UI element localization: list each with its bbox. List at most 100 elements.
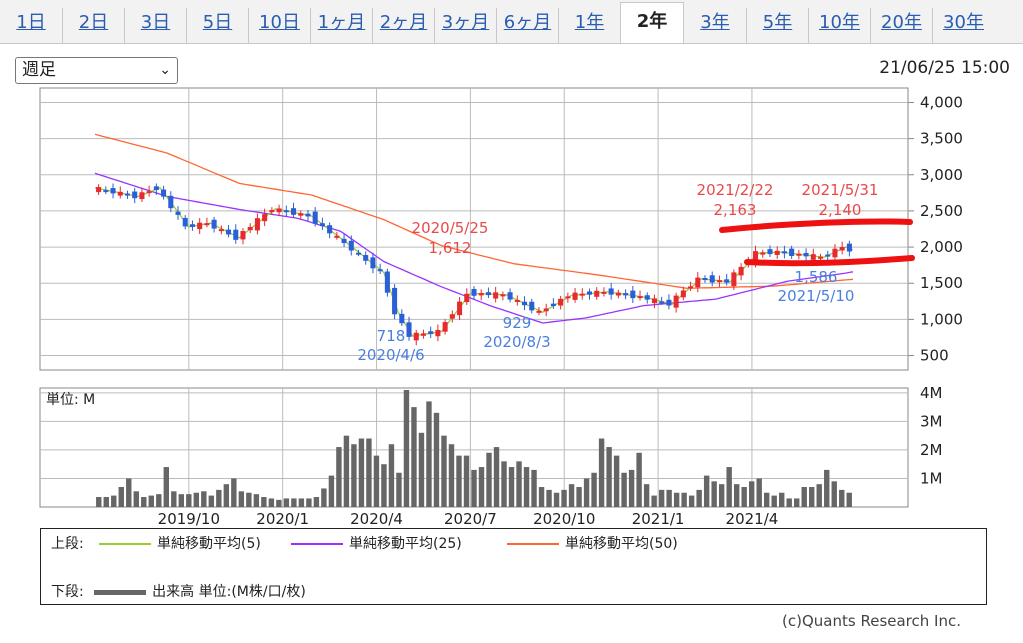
volume-bar (433, 412, 440, 507)
candle-body (651, 298, 658, 304)
candle-body (485, 292, 491, 296)
x-tick-label: 2020/7 (444, 510, 497, 528)
annotation-date-high: 2021/2/22 (697, 181, 774, 199)
candle-body (348, 240, 354, 251)
annotation-value-low: 1,586 (795, 268, 838, 286)
candle-body (789, 248, 795, 256)
volume-bar (306, 498, 312, 507)
candle-body (218, 229, 224, 232)
volume-bar (463, 455, 470, 507)
copyright: (c)Quants Research Inc. (782, 612, 961, 630)
candle-body (240, 231, 246, 240)
candle-body (334, 235, 340, 238)
volume-bar (523, 467, 530, 507)
annotation-date-low: 2021/5/10 (778, 287, 855, 305)
candle-body (522, 301, 528, 306)
volume-bar (418, 432, 425, 507)
candle-body (211, 219, 217, 229)
volume-bar (801, 487, 807, 507)
volume-bar (763, 492, 770, 507)
volume-bar (531, 469, 537, 507)
candle-body (839, 247, 845, 251)
volume-bar (696, 489, 702, 507)
volume-bar (576, 487, 582, 507)
volume-swatch (94, 589, 147, 595)
volume-bar (96, 497, 102, 507)
volume-bar (471, 469, 477, 507)
candle-body (724, 279, 730, 283)
volume-bar (396, 472, 402, 507)
volume-bar (733, 484, 740, 507)
candle-body (796, 253, 802, 256)
candle-body (709, 275, 715, 283)
legend-ma5-label: 単純移動平均(5) (157, 536, 261, 552)
price-y-tick-label: 1,500 (920, 274, 963, 292)
annotation-date-low: 2020/8/3 (483, 333, 550, 351)
candle-body (298, 213, 304, 216)
candle-body (594, 290, 600, 297)
candle-body (478, 293, 484, 296)
candle-body (363, 255, 369, 261)
candle-body (254, 218, 260, 231)
candle-body (110, 188, 116, 194)
candle-body (247, 226, 253, 231)
price-y-tick-label: 2,000 (920, 238, 963, 256)
volume-bar (598, 438, 605, 507)
volume-bar (336, 447, 342, 507)
volume-bar (313, 497, 320, 507)
volume-bar (448, 444, 455, 507)
candle-body (262, 214, 268, 222)
candle-body (305, 213, 311, 217)
volume-bar (478, 467, 485, 507)
volume-bar (381, 464, 387, 507)
volume-bar (193, 492, 200, 507)
annotation-value-low: 929 (503, 314, 532, 332)
candle-body (377, 269, 383, 272)
volume-y-tick-label: 4M (920, 384, 943, 402)
volume-bar (688, 495, 695, 507)
legend-ma5: 単純移動平均(5) (99, 533, 261, 553)
volume-bar (403, 390, 410, 507)
candle-body (558, 298, 564, 306)
ma5-swatch (99, 543, 151, 545)
candle-body (536, 310, 542, 313)
candle-body (550, 303, 556, 307)
legend-upper-row: 上段: (51, 533, 84, 553)
annotation-value-low: 718 (377, 327, 406, 345)
volume-bar (673, 492, 680, 507)
candle-body (197, 222, 203, 230)
ma25-swatch (291, 543, 343, 545)
volume-y-tick-label: 1M (920, 469, 943, 487)
volume-bar (651, 495, 657, 507)
candle-body (370, 257, 376, 269)
volume-bar (133, 491, 139, 507)
annotation-date-low: 2020/4/6 (357, 346, 424, 364)
candle-body (731, 272, 737, 287)
candle-body (146, 191, 152, 194)
candle-body (103, 190, 109, 193)
candle-body (586, 291, 593, 295)
volume-bar (148, 495, 154, 507)
candle-body (716, 280, 722, 283)
candle-body (579, 293, 585, 296)
volume-bar (748, 481, 755, 507)
volume-bar (501, 461, 507, 507)
volume-bar (606, 447, 612, 507)
price-y-tick-label: 4,000 (920, 93, 963, 111)
candle-body (623, 293, 629, 296)
candle-body (319, 223, 325, 227)
legend-ma25-label: 単純移動平均(25) (349, 536, 462, 552)
volume-bar (178, 494, 185, 507)
volume-bar (538, 487, 545, 507)
volume-bar (786, 498, 792, 507)
candle-body (817, 256, 824, 259)
candle-body (630, 290, 636, 299)
x-tick-label: 2020/1 (256, 510, 309, 528)
volume-bar (291, 498, 297, 507)
volume-bar (351, 444, 357, 507)
volume-bar (636, 452, 642, 507)
candle-body (565, 296, 571, 299)
volume-bar (276, 499, 282, 507)
volume-bar (628, 469, 635, 507)
candle-body (384, 271, 390, 293)
